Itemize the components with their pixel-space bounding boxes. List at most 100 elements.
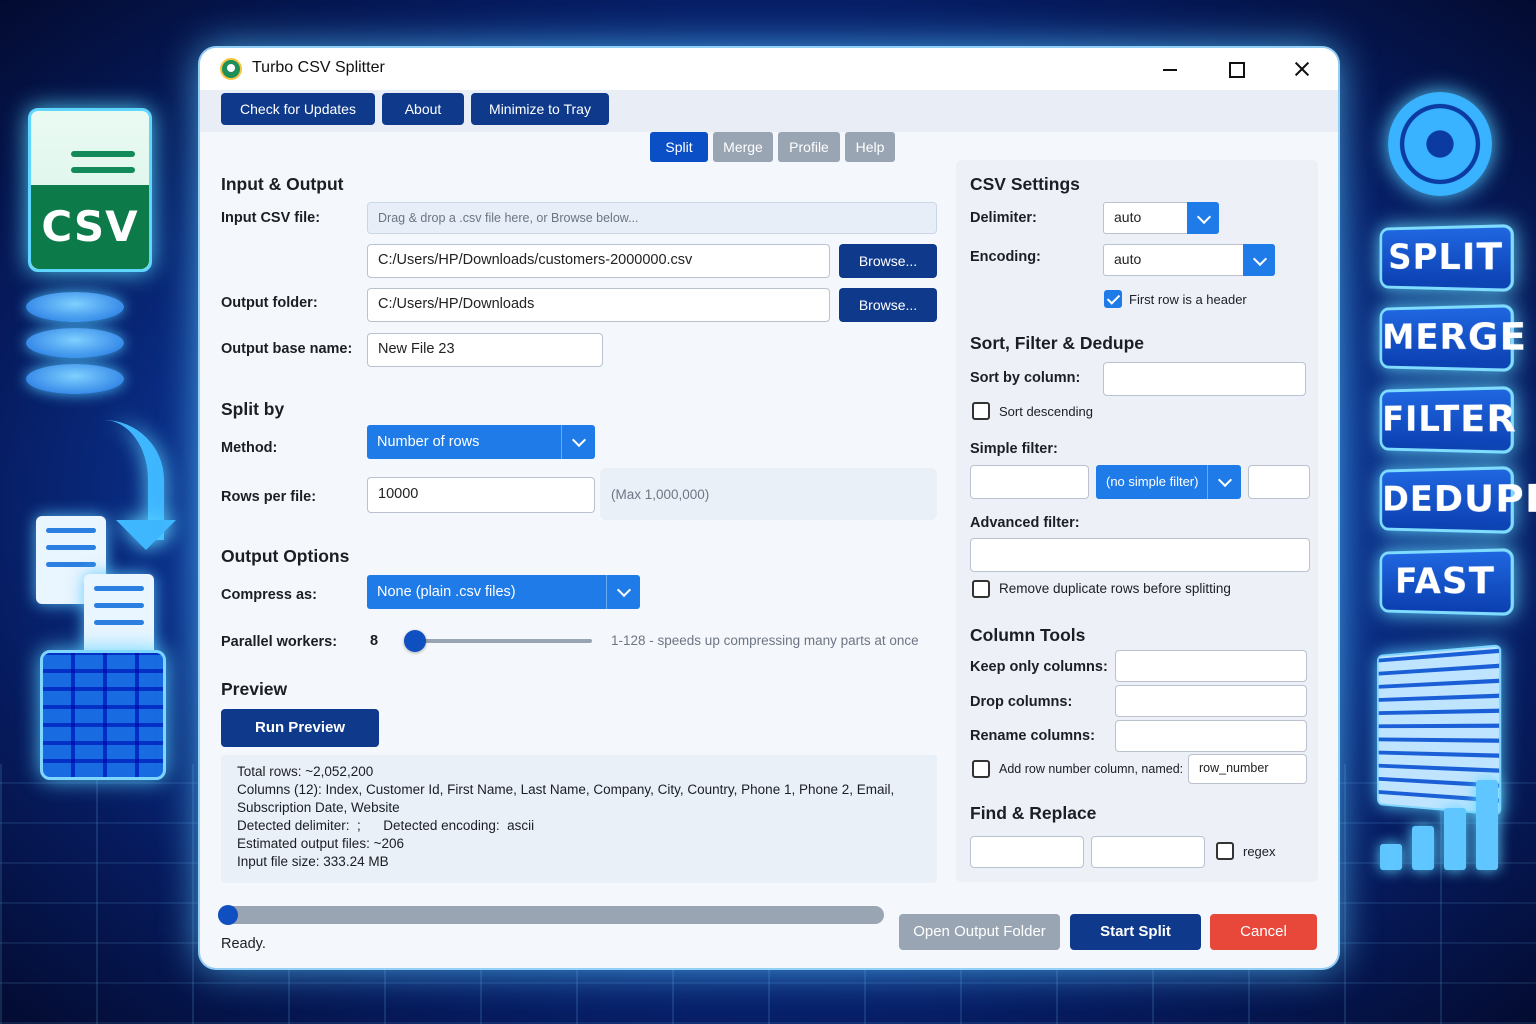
workers-slider-handle[interactable] <box>404 630 426 652</box>
dedupe-label: Remove duplicate rows before splitting <box>999 581 1231 596</box>
run-preview-button[interactable]: Run Preview <box>221 709 379 747</box>
status-text: Ready. <box>221 936 266 952</box>
preview-line: Input file size: 333.24 MB <box>237 854 389 869</box>
close-icon[interactable] <box>1288 56 1316 82</box>
input-file-path[interactable]: C:/Users/HP/Downloads/customers-2000000.… <box>367 244 830 278</box>
regex-checkbox[interactable] <box>1216 842 1234 860</box>
keep-columns-label: Keep only columns: <box>970 659 1108 675</box>
simple-filter-value-input[interactable] <box>1248 465 1310 499</box>
check-updates-button[interactable]: Check for Updates <box>221 93 375 125</box>
browse-input-button[interactable]: Browse... <box>839 244 937 278</box>
advanced-filter-label: Advanced filter: <box>970 515 1080 531</box>
simple-filter-operator-value: (no simple filter) <box>1106 474 1198 489</box>
method-select[interactable]: Number of rows <box>367 425 595 459</box>
workers-slider-track[interactable] <box>405 639 592 643</box>
progress-indicator <box>218 905 238 925</box>
method-label: Method: <box>221 440 277 456</box>
sort-descending-label: Sort descending <box>999 404 1093 419</box>
delimiter-select[interactable]: auto <box>1103 202 1219 234</box>
column-tools-heading: Column Tools <box>970 625 1085 646</box>
chevron-down-icon <box>1187 202 1219 234</box>
about-button[interactable]: About <box>382 93 464 125</box>
rows-max-hint: (Max 1,000,000) <box>611 487 709 502</box>
drop-zone[interactable]: Drag & drop a .csv file here, or Browse … <box>367 202 937 234</box>
find-input[interactable] <box>970 836 1084 868</box>
header-checkbox[interactable] <box>1104 290 1122 308</box>
gear-icon <box>1388 92 1492 196</box>
spreadsheet-icon <box>40 650 166 780</box>
preview-line: Detected delimiter: ; Detected encoding:… <box>237 818 534 833</box>
tab-help[interactable]: Help <box>845 132 895 162</box>
rows-per-file-input[interactable]: 10000 <box>367 477 595 513</box>
title-bar: Turbo CSV Splitter <box>200 48 1338 90</box>
preview-output: Total rows: ~2,052,200 Columns (12): Ind… <box>221 755 937 883</box>
encoding-label: Encoding: <box>970 249 1041 265</box>
simple-filter-operator-select[interactable]: (no simple filter) <box>1096 465 1241 499</box>
drop-columns-label: Drop columns: <box>970 694 1072 710</box>
encoding-select[interactable]: auto <box>1103 244 1275 276</box>
compress-label: Compress as: <box>221 587 317 603</box>
output-options-heading: Output Options <box>221 546 349 567</box>
find-replace-heading: Find & Replace <box>970 803 1096 824</box>
replace-input[interactable] <box>1091 836 1205 868</box>
dedupe-badge: DEDUPE <box>1380 466 1514 534</box>
window-title: Turbo CSV Splitter <box>252 59 385 77</box>
fast-badge: FAST <box>1380 548 1514 616</box>
document-icon <box>84 574 154 662</box>
app-window: Turbo CSV Splitter Check for Updates Abo… <box>200 48 1338 968</box>
workers-value: 8 <box>370 633 378 649</box>
left-decoration: CSV <box>0 0 200 1024</box>
row-number-name-input[interactable]: row_number <box>1188 754 1307 784</box>
rows-per-file-label: Rows per file: <box>221 489 316 505</box>
advanced-filter-input[interactable] <box>970 538 1310 572</box>
preview-line: Subscription Date, Website <box>237 800 400 815</box>
tab-profile[interactable]: Profile <box>778 132 840 162</box>
database-icon <box>26 292 124 400</box>
progress-bar <box>218 906 884 924</box>
preview-line: Total rows: ~2,052,200 <box>237 764 373 779</box>
workers-label: Parallel workers: <box>221 634 337 650</box>
csv-file-label: CSV <box>31 185 149 269</box>
header-checkbox-label: First row is a header <box>1129 292 1247 307</box>
growth-chart-icon <box>1370 650 1510 870</box>
sort-descending-checkbox[interactable] <box>972 402 990 420</box>
keep-columns-input[interactable] <box>1115 650 1307 682</box>
minimize-to-tray-button[interactable]: Minimize to Tray <box>471 93 609 125</box>
rename-columns-input[interactable] <box>1115 720 1307 752</box>
settings-panel: CSV Settings Delimiter: auto Encoding: a… <box>956 160 1318 882</box>
preview-line: Columns (12): Index, Customer Id, First … <box>237 782 894 797</box>
tab-split[interactable]: Split <box>650 132 708 162</box>
arrow-head-icon <box>116 520 176 550</box>
sort-column-input[interactable] <box>1103 362 1306 396</box>
simple-filter-column-input[interactable] <box>970 465 1089 499</box>
merge-badge: MERGE <box>1380 304 1514 372</box>
sort-filter-heading: Sort, Filter & Dedupe <box>970 333 1144 354</box>
browse-output-button[interactable]: Browse... <box>839 288 937 322</box>
tab-merge[interactable]: Merge <box>713 132 773 162</box>
maximize-icon[interactable] <box>1222 56 1250 82</box>
base-name-label: Output base name: <box>221 341 352 357</box>
workers-hint: 1-128 - speeds up compressing many parts… <box>611 633 919 648</box>
sort-column-label: Sort by column: <box>970 370 1080 386</box>
output-folder-label: Output folder: <box>221 295 318 311</box>
input-file-label: Input CSV file: <box>221 210 320 226</box>
output-folder-path[interactable]: C:/Users/HP/Downloads <box>367 288 830 322</box>
row-number-checkbox[interactable] <box>972 760 990 778</box>
drop-columns-input[interactable] <box>1115 685 1307 717</box>
cancel-button[interactable]: Cancel <box>1210 914 1317 950</box>
row-number-label: Add row number column, named: <box>999 762 1183 776</box>
app-logo-icon <box>220 58 242 80</box>
compress-select-value: None (plain .csv files) <box>377 584 516 600</box>
chevron-down-icon <box>1243 244 1275 276</box>
base-name-input[interactable]: New File 23 <box>367 333 603 367</box>
simple-filter-label: Simple filter: <box>970 441 1058 457</box>
encoding-value: auto <box>1114 251 1141 267</box>
open-output-folder-button[interactable]: Open Output Folder <box>899 914 1060 950</box>
chevron-down-icon <box>1207 465 1241 499</box>
delimiter-label: Delimiter: <box>970 210 1037 226</box>
compress-select[interactable]: None (plain .csv files) <box>367 575 640 609</box>
dedupe-checkbox[interactable] <box>972 580 990 598</box>
start-split-button[interactable]: Start Split <box>1070 914 1201 950</box>
minimize-icon[interactable] <box>1156 56 1184 82</box>
toolbar: Check for Updates About Minimize to Tray <box>200 90 1338 132</box>
